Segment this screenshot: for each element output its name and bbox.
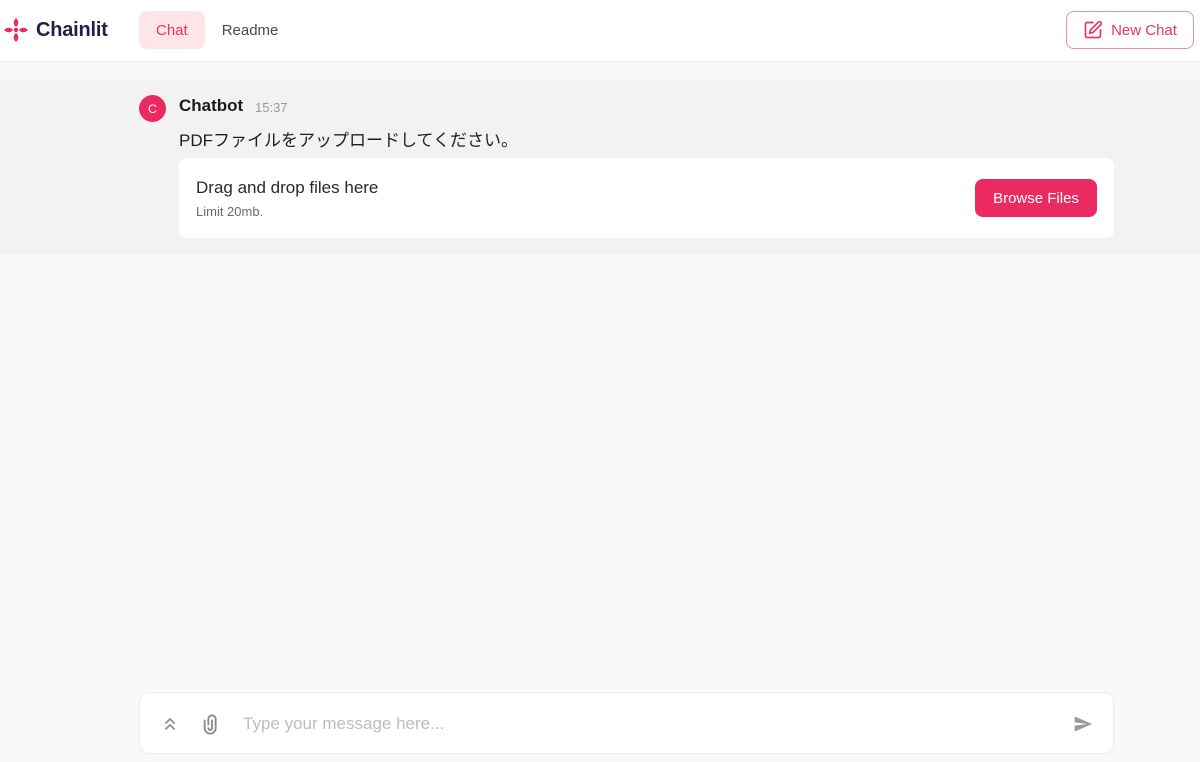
main-nav: Chat Readme: [139, 11, 295, 49]
dropzone-limit: Limit 20mb.: [196, 204, 264, 219]
browse-files-button[interactable]: Browse Files: [975, 179, 1097, 217]
tab-readme[interactable]: Readme: [205, 11, 296, 49]
new-chat-label: New Chat: [1111, 21, 1177, 39]
tab-chat[interactable]: Chat: [139, 11, 205, 49]
message-input[interactable]: [241, 709, 1041, 739]
file-dropzone[interactable]: Drag and drop files here Limit 20mb. Bro…: [179, 158, 1114, 238]
paperclip-icon[interactable]: [200, 712, 224, 736]
edit-icon: [1084, 20, 1103, 39]
chevrons-up-icon[interactable]: [158, 712, 182, 736]
chainlit-logo-icon: [4, 18, 28, 42]
chainlit-logo[interactable]: Chainlit: [2, 15, 108, 45]
message-composer: [139, 692, 1114, 754]
message-author: Chatbot: [179, 96, 244, 115]
top-header: Chainlit Chat Readme New Chat: [0, 0, 1200, 62]
dropzone-title: Drag and drop files here: [196, 178, 379, 197]
message-text: PDFファイルをアップロードしてください。: [179, 131, 518, 150]
avatar: C: [139, 95, 166, 122]
send-icon[interactable]: [1071, 712, 1095, 736]
message-timestamp: 15:37: [255, 100, 288, 115]
new-chat-button[interactable]: New Chat: [1066, 11, 1194, 49]
app-name: Chainlit: [36, 18, 108, 41]
